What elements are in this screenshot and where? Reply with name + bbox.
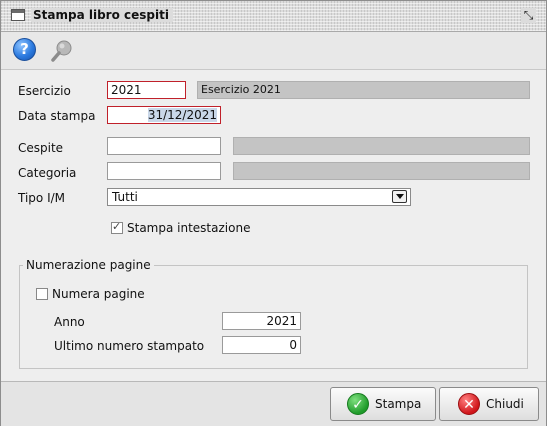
toolbar: ? [1,32,546,70]
numerazione-group-title: Numerazione pagine [23,258,154,272]
tipo-label: Tipo I/M [18,191,66,205]
restore-icon[interactable]: ⤡ [521,8,536,23]
stampa-button[interactable]: ✓ Stampa [330,387,436,421]
cespite-input[interactable] [107,137,221,155]
anno-label: Anno [54,315,85,329]
search-icon[interactable] [49,38,75,64]
ultimo-numero-label: Ultimo numero stampato [54,339,205,353]
numera-pagine-label: Numera pagine [52,287,145,301]
data-stampa-label: Data stampa [18,109,96,123]
check-icon: ✓ [347,393,369,415]
esercizio-label: Esercizio [18,84,71,98]
ultimo-numero-input[interactable]: 0 [222,336,301,354]
chiudi-button[interactable]: ✕ Chiudi [439,387,539,421]
help-icon[interactable]: ? [13,38,36,61]
dialog-window: Stampa libro cespiti ⤡ ? Esercizio 2021 … [0,0,547,426]
data-stampa-input[interactable]: 31/12/2021 [107,106,221,124]
window-icon [11,9,25,21]
anno-input[interactable]: 2021 [222,312,301,330]
stampa-button-label: Stampa [375,397,422,411]
stampa-intestazione-label: Stampa intestazione [127,221,251,235]
categoria-input[interactable] [107,162,221,180]
chiudi-button-label: Chiudi [486,397,524,411]
close-icon: ✕ [458,393,480,415]
categoria-description [233,162,530,180]
numera-pagine-checkbox[interactable] [36,288,48,300]
esercizio-description: Esercizio 2021 [197,81,530,99]
data-stampa-value: 31/12/2021 [147,108,217,122]
title-bar[interactable]: Stampa libro cespiti ⤡ [1,1,546,32]
cespite-description [233,137,530,155]
categoria-label: Categoria [18,166,77,180]
chevron-down-icon[interactable] [392,190,407,203]
cespite-label: Cespite [18,141,64,155]
window-title: Stampa libro cespiti [31,8,173,22]
stampa-intestazione-checkbox[interactable] [111,220,123,234]
esercizio-input[interactable]: 2021 [107,81,186,99]
tipo-select-value: Tutti [112,190,138,204]
tipo-select[interactable]: Tutti [107,188,411,206]
